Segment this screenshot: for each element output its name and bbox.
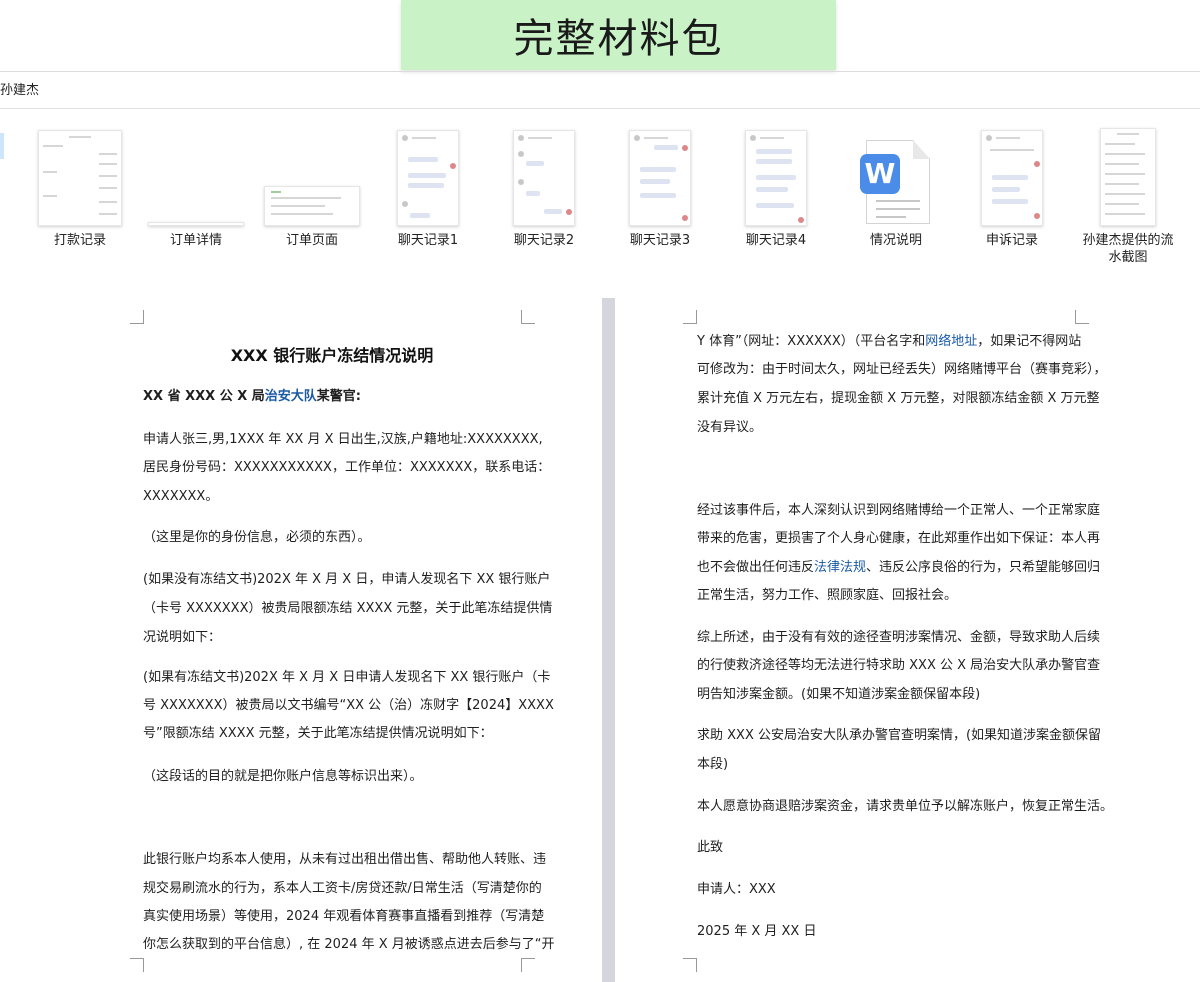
paragraph-line: 本人愿意协商退赔涉案资金，请求贵单位予以解冻账户，恢复正常生活。 bbox=[697, 795, 1113, 814]
paragraph-line: 申请人张三,男,1XXX 年 XX 月 X 日出生,汉族,户籍地址:XXXXXX… bbox=[143, 428, 543, 447]
file-name: 聊天记录1 bbox=[368, 232, 488, 249]
file-item-situation-report[interactable]: W 情况说明 bbox=[836, 126, 956, 249]
paragraph-line: 经过该事件后，本人深刻认识到网络赌博给一个正常人、一个正常家庭 bbox=[697, 499, 1100, 518]
link-network-address[interactable]: 网络地址 bbox=[925, 334, 977, 349]
paragraph-line: 也不会做出任何违反法律法规、违反公序良俗的行为，只希望能够回归 bbox=[697, 556, 1100, 575]
title-banner: 完整材料包 bbox=[401, 0, 836, 70]
image-thumbnail-icon bbox=[38, 130, 122, 226]
paragraph-line: (如果没有冻结文书)202X 年 X 月 X 日，申请人发现名下 XX 银行账户 bbox=[143, 568, 550, 587]
document-title: XXX 银行账户冻结情况说明 bbox=[143, 342, 521, 366]
crop-mark bbox=[521, 310, 535, 324]
file-name: 聊天记录3 bbox=[600, 232, 720, 249]
file-name: 情况说明 bbox=[836, 232, 956, 249]
divider bbox=[0, 108, 1200, 109]
divider bbox=[0, 71, 1200, 72]
paragraph-line: 累计充值 X 万元左右，提现金额 X 万元整，对限额冻结金额 X 万元整 bbox=[697, 387, 1100, 406]
paragraph-line: （这里是你的身份信息，必须的东西）。 bbox=[143, 526, 371, 545]
image-thumbnail-icon bbox=[981, 130, 1043, 226]
image-thumbnail-icon bbox=[148, 222, 244, 226]
paragraph-line: （卡号 XXXXXXX）被贵局限额冻结 XXXX 元整，关于此笔冻结提供情 bbox=[143, 597, 552, 616]
image-thumbnail-icon bbox=[513, 130, 575, 226]
paragraph-line: 明告知涉案金额。(如果不知道涉案金额保留本段) bbox=[697, 683, 980, 702]
paragraph-line: 的行使救济途径等均无法进行特求助 XXX 公 X 局治安大队承办警官查 bbox=[697, 654, 1100, 673]
paragraph-line: 此致 bbox=[697, 836, 723, 855]
file-name: 订单页面 bbox=[252, 232, 372, 249]
banner-title: 完整材料包 bbox=[514, 6, 724, 64]
file-item-payment-record[interactable]: 打款记录 bbox=[20, 126, 140, 249]
paragraph-line: 可修改为：由于时间太久，网址已经丢失）网络赌博平台（赛事竞彩）， bbox=[697, 358, 1107, 377]
crop-mark bbox=[1075, 310, 1089, 324]
paragraph-line: 综上所述，由于没有有效的途径查明涉案情况、金额，导致求助人后续 bbox=[697, 626, 1100, 645]
paragraph-line: 带来的危害，更损害了个人身心健康，在此郑重作出如下保证：本人再 bbox=[697, 527, 1100, 546]
paragraph-line: 正常生活，努力工作、照顾家庭、回报社会。 bbox=[697, 584, 957, 603]
crop-mark bbox=[683, 310, 697, 324]
file-name: 打款记录 bbox=[20, 232, 140, 249]
file-item-chat-record-1[interactable]: 聊天记录1 bbox=[368, 126, 488, 249]
image-thumbnail-icon bbox=[1100, 128, 1156, 226]
image-thumbnail-icon bbox=[745, 130, 807, 226]
paragraph-line: 你怎么获取到的平台信息）, 在 2024 年 X 月被诱惑点进去后参与了“开 bbox=[143, 933, 555, 952]
paragraph-line: 没有异议。 bbox=[697, 416, 762, 435]
paragraph-line: 求助 XXX 公安局治安大队承办警官查明案情，(如果知道涉案金额保留 bbox=[697, 724, 1101, 743]
paragraph-line: 真实使用场景）等使用，2024 年观看体育赛事直播看到推荐（写清楚 bbox=[143, 905, 544, 924]
file-item-chat-record-3[interactable]: 聊天记录3 bbox=[600, 126, 720, 249]
paragraph-line: 号”限额冻结 XXXX 元整，关于此笔冻结提供情况说明如下： bbox=[143, 722, 493, 741]
paragraph-line: 况说明如下： bbox=[143, 626, 221, 645]
paragraph-line: 2025 年 X 月 XX 日 bbox=[697, 920, 816, 939]
crop-mark bbox=[130, 958, 144, 972]
paragraph-line: (如果有冻结文书)202X 年 X 月 X 日申请人发现名下 XX 银行账户（卡 bbox=[143, 666, 550, 685]
paragraph-line: 居民身份号码：XXXXXXXXXXX，工作单位：XXXXXXX，联系电话： bbox=[143, 456, 550, 475]
crop-mark bbox=[130, 310, 144, 324]
paragraph-line: XXXXXXX。 bbox=[143, 485, 218, 504]
file-item-chat-record-2[interactable]: 聊天记录2 bbox=[484, 126, 604, 249]
file-item-order-page[interactable]: 订单页面 bbox=[252, 126, 372, 249]
page-gap bbox=[602, 298, 615, 982]
crop-mark bbox=[521, 958, 535, 972]
crop-mark bbox=[683, 958, 697, 972]
image-thumbnail-icon bbox=[397, 130, 459, 226]
image-thumbnail-icon bbox=[264, 186, 360, 226]
file-name: 聊天记录4 bbox=[716, 232, 836, 249]
file-item-chat-record-4[interactable]: 聊天记录4 bbox=[716, 126, 836, 249]
link-laws-regulations[interactable]: 法律法规 bbox=[814, 560, 866, 575]
nav-pane-selection[interactable] bbox=[0, 133, 4, 159]
file-item-order-detail[interactable]: 订单详情 bbox=[136, 126, 256, 249]
address-bar[interactable]: 孙建杰 bbox=[0, 80, 39, 102]
file-name: 申诉记录 bbox=[952, 232, 1072, 249]
link-security-brigade[interactable]: 治安大队 bbox=[265, 389, 317, 404]
file-name: 订单详情 bbox=[136, 232, 256, 249]
file-item-statement-screenshot[interactable]: 孙建杰提供的流水截图 bbox=[1068, 126, 1188, 266]
file-name: 聊天记录2 bbox=[484, 232, 604, 249]
greeting: XX 省 XXX 公 X 局治安大队某警官: bbox=[143, 385, 361, 404]
paragraph-line: （这段话的目的就是把你账户信息等标识出来）。 bbox=[143, 765, 423, 784]
paragraph-line: 申请人：XXX bbox=[697, 878, 776, 897]
file-name: 孙建杰提供的流水截图 bbox=[1078, 232, 1178, 266]
paragraph-line: 号 XXXXXXX）被贵局以文书编号“XX 公（治）冻财字【2024】XXXX bbox=[143, 694, 554, 713]
paragraph-line: Y 体育”（网址：XXXXXX）（平台名字和网络地址，如果记不得网站 bbox=[697, 330, 1081, 349]
paragraph-line: 此银行账户均系本人使用，从未有过出租出借出售、帮助他人转账、违 bbox=[143, 848, 546, 867]
word-document-icon: W bbox=[860, 136, 932, 226]
image-thumbnail-icon bbox=[629, 130, 691, 226]
file-item-appeal-record[interactable]: 申诉记录 bbox=[952, 126, 1072, 249]
paragraph-line: 规交易刷流水的行为，系本人工资卡/房贷还款/日常生活（写清楚你的 bbox=[143, 877, 542, 896]
paragraph-line: 本段) bbox=[697, 753, 728, 772]
